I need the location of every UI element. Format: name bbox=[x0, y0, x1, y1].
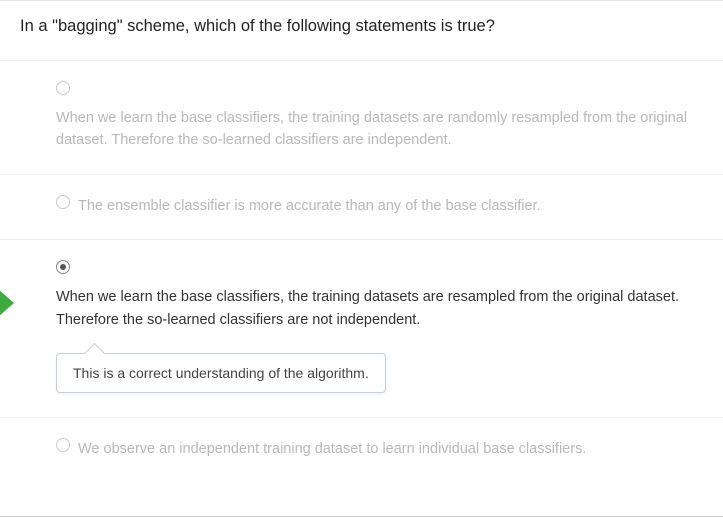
option-text: We observe an independent training datas… bbox=[78, 438, 586, 460]
radio-checked-icon[interactable] bbox=[56, 260, 70, 274]
radio-unchecked-icon[interactable] bbox=[56, 438, 70, 452]
radio-unchecked-icon[interactable] bbox=[56, 195, 70, 209]
option-4[interactable]: We observe an independent training datas… bbox=[0, 418, 723, 482]
option-2[interactable]: The ensemble classifier is more accurate… bbox=[0, 175, 723, 240]
option-text: The ensemble classifier is more accurate… bbox=[78, 195, 541, 217]
option-3[interactable]: When we learn the base classifiers, the … bbox=[0, 240, 723, 418]
option-text: When we learn the base classifiers, the … bbox=[56, 107, 703, 152]
question-text: In a "bagging" scheme, which of the foll… bbox=[0, 1, 723, 60]
radio-unchecked-icon[interactable] bbox=[56, 81, 70, 95]
option-text: When we learn the base classifiers, the … bbox=[56, 286, 703, 331]
options-list: When we learn the base classifiers, the … bbox=[0, 60, 723, 483]
quiz-container: In a "bagging" scheme, which of the foll… bbox=[0, 0, 723, 517]
feedback-tooltip: This is a correct understanding of the a… bbox=[56, 353, 386, 393]
option-1[interactable]: When we learn the base classifiers, the … bbox=[0, 61, 723, 175]
